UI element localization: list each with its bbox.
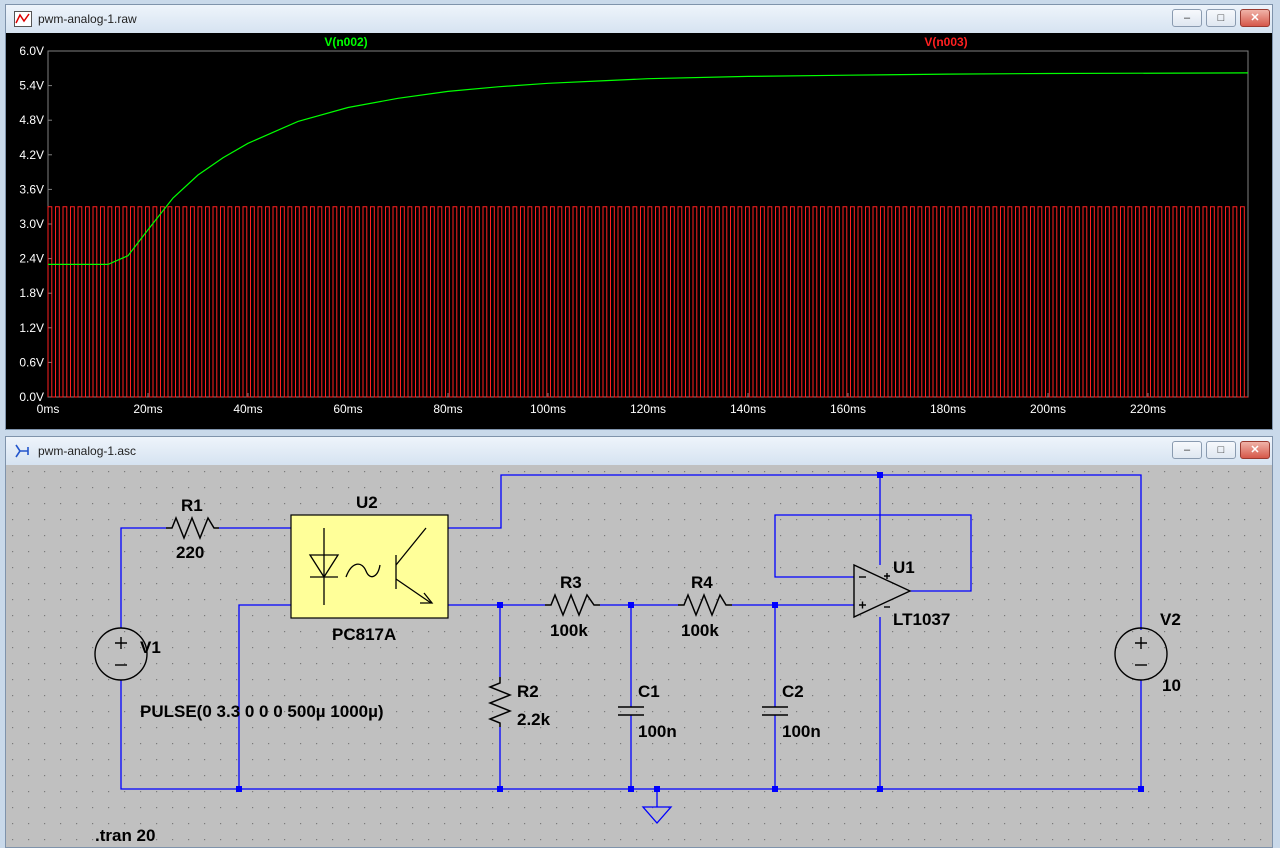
- x-tick-label: 0ms: [37, 402, 60, 416]
- x-tick-label: 120ms: [630, 402, 666, 416]
- y-tick-label: 0.6V: [19, 355, 44, 369]
- maximize-button[interactable]: □: [1206, 441, 1236, 459]
- u1-ref: U1: [893, 558, 915, 577]
- plot-window-titlebar[interactable]: pwm-analog-1.raw – □ ✕: [6, 5, 1272, 33]
- r3-value: 100k: [550, 621, 588, 640]
- c2-ref: C2: [782, 682, 804, 701]
- r1-ref: R1: [181, 496, 203, 515]
- c1-value: 100n: [638, 722, 677, 741]
- r1-value: 220: [176, 543, 204, 562]
- schematic-window-titlebar[interactable]: pwm-analog-1.asc – □ ✕: [6, 437, 1272, 465]
- r2-value: 2.2k: [517, 710, 551, 729]
- r4-value: 100k: [681, 621, 719, 640]
- optocoupler-u2[interactable]: [290, 514, 449, 619]
- legend-v-n002: V(n002): [324, 35, 367, 49]
- schematic-window-title: pwm-analog-1.asc: [38, 444, 137, 458]
- y-tick-label: 4.2V: [19, 148, 44, 162]
- x-tick-label: 180ms: [930, 402, 966, 416]
- plot-window-title: pwm-analog-1.raw: [38, 12, 137, 26]
- y-tick-label: 1.2V: [19, 321, 44, 335]
- y-tick-label: 4.8V: [19, 113, 44, 127]
- x-tick-label: 40ms: [233, 402, 262, 416]
- close-button[interactable]: ✕: [1240, 9, 1270, 27]
- minimize-button[interactable]: –: [1172, 9, 1202, 27]
- u1-value: LT1037: [893, 610, 950, 629]
- series-v-n003-line: [47, 206, 1248, 398]
- x-tick-label: 20ms: [133, 402, 162, 416]
- r3-ref: R3: [560, 573, 582, 592]
- r4-ref: R4: [691, 573, 713, 592]
- r2-ref: R2: [517, 682, 539, 701]
- c1-ref: C1: [638, 682, 660, 701]
- u2-ref: U2: [356, 493, 378, 512]
- y-tick-label: 2.4V: [19, 252, 44, 266]
- x-tick-label: 80ms: [433, 402, 462, 416]
- x-tick-label: 200ms: [1030, 402, 1066, 416]
- plot-window[interactable]: pwm-analog-1.raw – □ ✕ 0.0V 0.6V 1.2V 1.8V 2…: [5, 4, 1273, 430]
- v2-value: 10: [1162, 676, 1181, 695]
- close-button[interactable]: ✕: [1240, 441, 1270, 459]
- minimize-button[interactable]: –: [1172, 441, 1202, 459]
- u2-value: PC817A: [332, 625, 396, 644]
- y-tick-label: 6.0V: [19, 44, 44, 58]
- schematic-window[interactable]: pwm-analog-1.asc – □ ✕ R1 220 U2 PC817A …: [5, 436, 1273, 848]
- x-tick-label: 100ms: [530, 402, 566, 416]
- x-tick-label: 220ms: [1130, 402, 1166, 416]
- waveform-plot[interactable]: 0.0V0.6V1.2V1.8V2.4V3.0V3.6V4.2V4.8V5.4V…: [6, 33, 1272, 429]
- legend-v-n003: V(n003): [924, 35, 967, 49]
- waveform-icon: [14, 11, 32, 27]
- y-tick-label: 5.4V: [19, 79, 44, 93]
- schematic-icon: [15, 444, 29, 458]
- y-tick-label: 1.8V: [19, 286, 44, 300]
- maximize-button[interactable]: □: [1206, 9, 1236, 27]
- v2-ref: V2: [1160, 610, 1181, 629]
- x-tick-label: 60ms: [333, 402, 362, 416]
- x-tick-label: 140ms: [730, 402, 766, 416]
- v1-value: PULSE(0 3.3 0 0 0 500µ 1000µ): [140, 702, 384, 721]
- spice-directive[interactable]: .tran 20: [95, 826, 155, 845]
- y-tick-label: 3.0V: [19, 217, 44, 231]
- v1-ref: V1: [140, 638, 161, 657]
- schematic-canvas[interactable]: R1 220 U2 PC817A R3 100k R4 100k R2 2.2k…: [6, 465, 1272, 847]
- y-tick-label: 3.6V: [19, 182, 44, 196]
- c2-value: 100n: [782, 722, 821, 741]
- x-tick-label: 160ms: [830, 402, 866, 416]
